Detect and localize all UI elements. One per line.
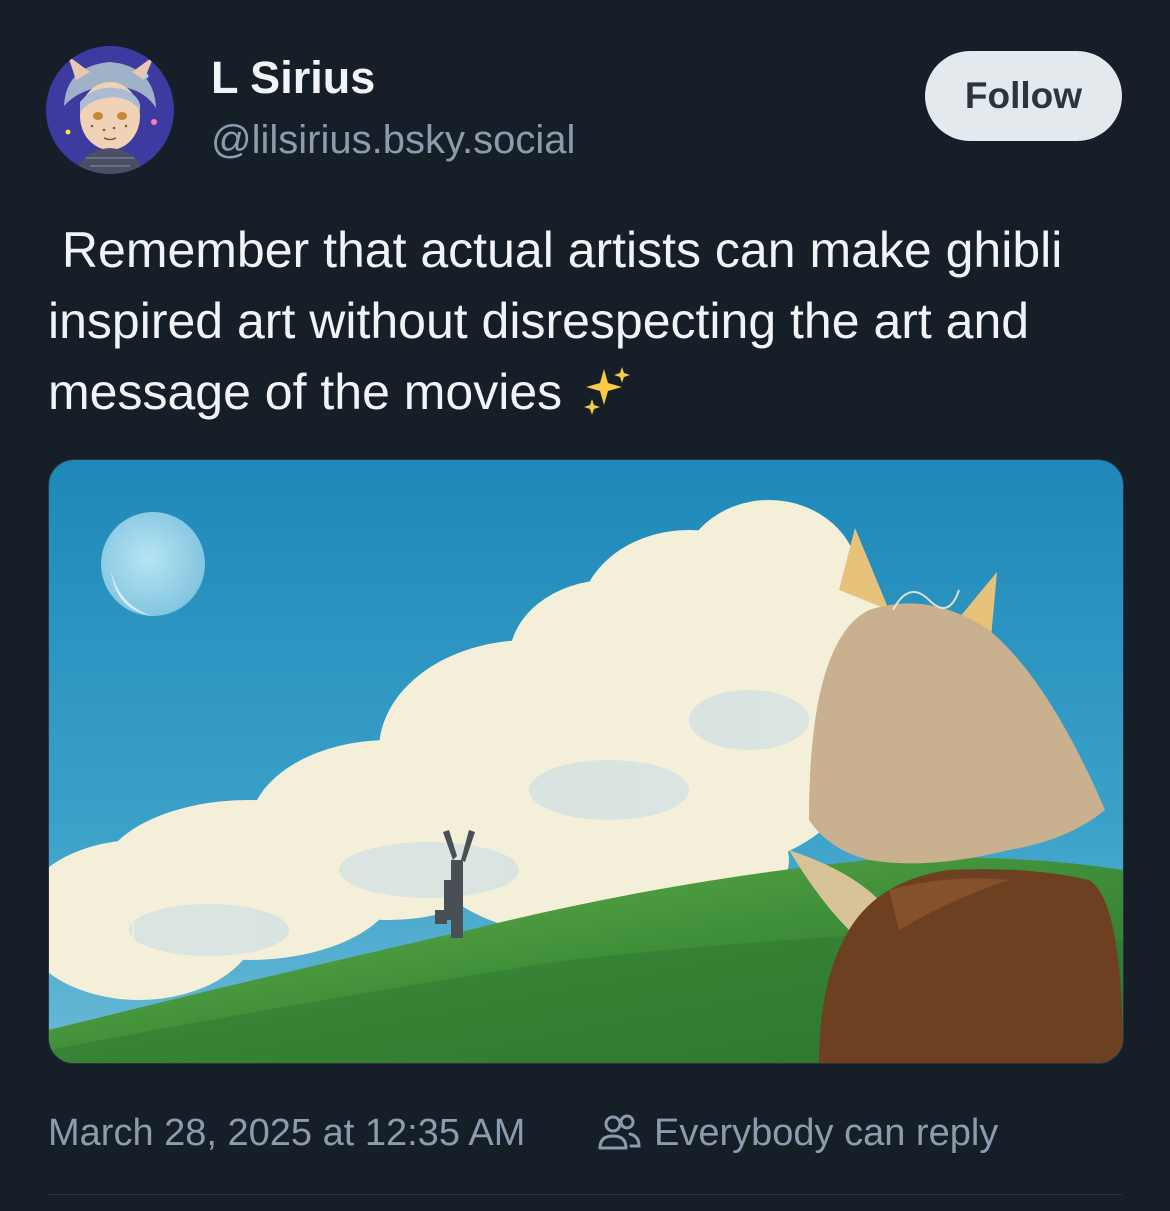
author-avatar[interactable]	[46, 46, 174, 174]
reply-setting-label: Everybody can reply	[654, 1111, 999, 1154]
reply-setting[interactable]: Everybody can reply	[596, 1110, 998, 1156]
post-thread-view: L Sirius @lilsirius.bsky.social Follow R…	[0, 0, 1170, 1211]
follow-button[interactable]: Follow	[925, 51, 1122, 141]
author-handle[interactable]: @lilsirius.bsky.social	[211, 118, 575, 163]
moon	[101, 512, 205, 616]
people-icon	[598, 1114, 641, 1150]
post-text: Remember that actual artists can make gh…	[48, 215, 1128, 428]
post-image-artwork	[49, 460, 1123, 1063]
post-text-body: Remember that actual artists can make gh…	[48, 222, 1077, 420]
post-image[interactable]	[48, 459, 1124, 1064]
author-display-name[interactable]: L Sirius	[211, 52, 375, 104]
avatar-artwork	[46, 46, 174, 174]
sparkles-icon	[584, 367, 631, 415]
post-timestamp[interactable]: March 28, 2025 at 12:35 AM	[48, 1112, 525, 1155]
divider	[48, 1194, 1122, 1195]
